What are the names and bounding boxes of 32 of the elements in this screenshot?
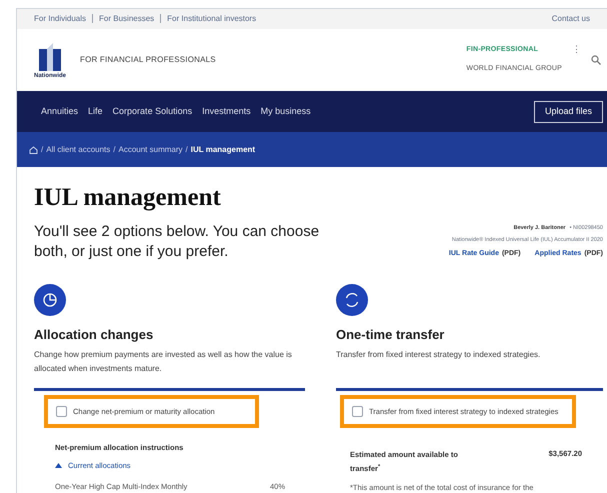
breadcrumb-separator: / xyxy=(186,144,188,156)
option-title: Allocation changes xyxy=(34,326,154,344)
top-link[interactable]: For Individuals xyxy=(34,12,86,25)
nav-link[interactable]: Investments xyxy=(202,104,251,118)
breadcrumb-separator: / xyxy=(41,144,44,156)
nav-link[interactable]: Life xyxy=(88,104,103,118)
contact-link[interactable]: Contact us xyxy=(552,12,590,25)
more-icon[interactable]: ⋮ xyxy=(572,42,581,56)
intro-text: You'll see 2 options below. You can choose both, or just one if you prefer. xyxy=(34,222,320,262)
triangle-icon xyxy=(55,463,62,468)
checkbox[interactable] xyxy=(56,406,67,417)
breadcrumb-separator: / xyxy=(113,144,116,156)
search-icon[interactable] xyxy=(591,54,601,65)
breadcrumb-link[interactable]: Account summary xyxy=(118,144,183,156)
home-icon[interactable] xyxy=(29,146,38,154)
breadcrumb-link[interactable]: IUL management xyxy=(190,144,256,156)
option-title: One-time transfer xyxy=(336,326,446,344)
nav-link[interactable]: My business xyxy=(260,104,311,118)
header-tagline: FOR FINANCIAL PROFESSIONALS xyxy=(80,54,216,66)
nav-link[interactable]: Corporate Solutions xyxy=(112,104,192,118)
top-link[interactable]: For Institutional investors xyxy=(167,12,256,25)
breadcrumb-link[interactable]: All client accounts xyxy=(46,144,110,156)
top-link[interactable]: For Businesses xyxy=(99,12,154,25)
checkbox[interactable] xyxy=(352,406,363,417)
pie-chart-icon xyxy=(34,284,66,316)
upload-files-button[interactable]: Upload files xyxy=(534,100,603,122)
refresh-icon xyxy=(336,284,368,316)
logo-icon xyxy=(37,40,63,73)
page-title: IUL management xyxy=(34,185,222,210)
option-description: Transfer from fixed interest strategy to indexed strategies. xyxy=(336,348,542,361)
nav-link[interactable]: Annuities xyxy=(41,104,78,118)
option-description: Change how premium payments are invested as well as how the value is allocated when investments mature. xyxy=(34,348,293,375)
